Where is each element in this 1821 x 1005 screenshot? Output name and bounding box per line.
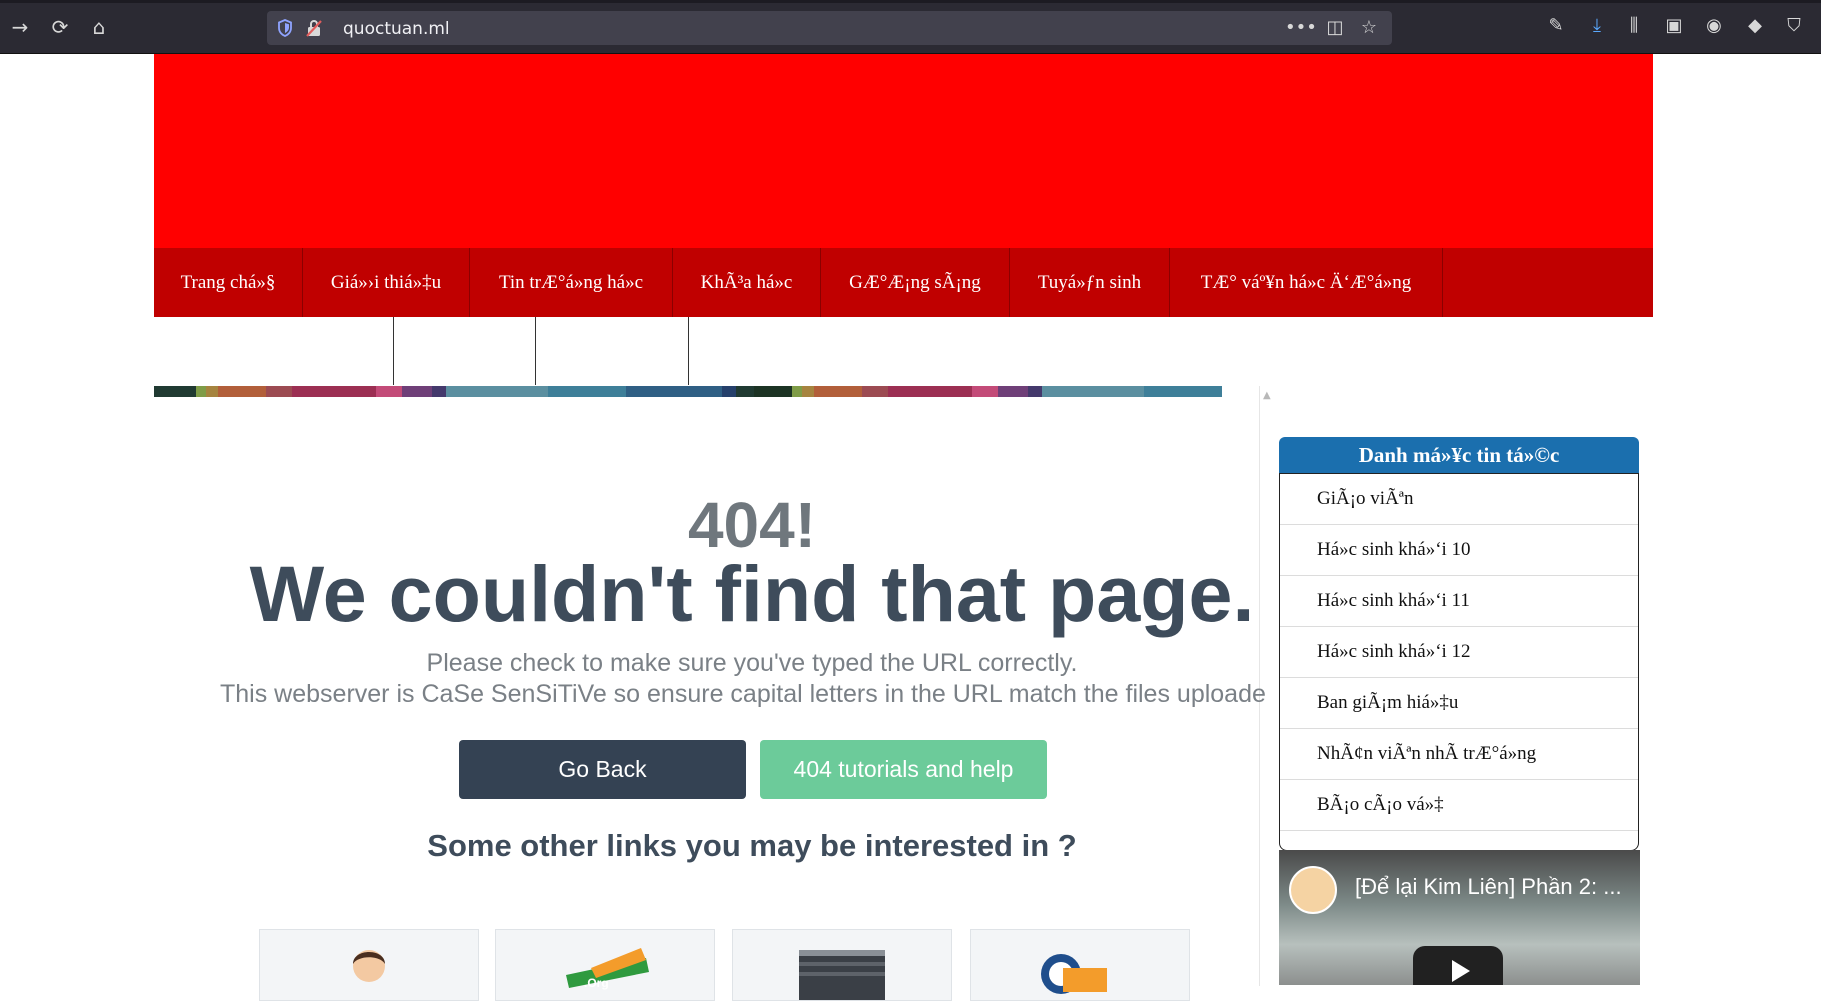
link-card-hosting[interactable] — [732, 929, 952, 1001]
error-message-line-1: Please check to make sure you've typed t… — [426, 649, 1078, 677]
error-headline: We couldn't find that page. — [249, 549, 1255, 638]
server-icon — [799, 950, 885, 1000]
category-item-grade-11[interactable]: Há»c sinh khá»‘i 11 — [1280, 576, 1638, 627]
nav-item-courses[interactable]: KhÃ³a há»c — [673, 248, 821, 317]
reload-icon[interactable]: ⟳ — [47, 14, 73, 40]
play-icon — [1452, 960, 1470, 982]
go-back-button[interactable]: Go Back — [459, 740, 746, 799]
browser-toolbar: → ⟳ ⌂ quoctuan.ml ••• ◫ ☆ ✎ ⤓ ⫼ ▣ ◉ ◆ ⛉ — [0, 0, 1821, 54]
cpanel-icon — [1041, 954, 1107, 994]
nav-item-home[interactable]: Trang chá»§ — [154, 248, 303, 317]
insecure-lock-icon[interactable] — [305, 19, 323, 37]
category-item-grade-10[interactable]: Há»c sinh khá»‘i 10 — [1280, 525, 1638, 576]
nav-item-school-news[interactable]: Tin trÆ°á»ng há»c — [470, 248, 673, 317]
video-embed[interactable]: [Để lại Kim Liên] Phần 2: ... — [1279, 850, 1640, 985]
play-button[interactable] — [1413, 946, 1503, 985]
wrench-icon[interactable]: ✎ — [1544, 14, 1568, 38]
svg-text:.Org: .Org — [584, 976, 609, 990]
library-icon[interactable]: ⫼ — [1622, 14, 1646, 38]
divider-line — [535, 317, 536, 385]
color-stripe — [154, 386, 1258, 397]
address-bar[interactable]: quoctuan.ml ••• ◫ ☆ — [267, 11, 1392, 45]
category-item-grade-12[interactable]: Há»c sinh khá»‘i 12 — [1280, 627, 1638, 678]
url-text[interactable]: quoctuan.ml — [343, 19, 450, 39]
star-icon[interactable]: ☆ — [1357, 16, 1381, 40]
link-card-cpanel[interactable] — [970, 929, 1190, 1001]
nav-item-about[interactable]: Giá»›i thiá»‡u — [303, 248, 470, 317]
category-item-teachers[interactable]: GiÃ¡o viÃªn — [1280, 474, 1638, 525]
channel-avatar[interactable] — [1289, 866, 1337, 914]
shield-icon[interactable] — [277, 19, 293, 37]
video-title[interactable]: [Để lại Kim Liên] Phần 2: ... — [1355, 874, 1635, 900]
scroll-up-arrow-icon[interactable]: ▲ — [1263, 390, 1271, 401]
404-help-button[interactable]: 404 tutorials and help — [760, 740, 1047, 799]
nav-item-role-models[interactable]: GÆ°Æ¡ng sÃ¡ng — [821, 248, 1010, 317]
news-categories-list: GiÃ¡o viÃªn Há»c sinh khá»‘i 10 Há»c sin… — [1279, 473, 1639, 851]
error-message-line-2-text: This webserver is CaSe SenSiTiVe so ensu… — [220, 680, 1266, 708]
divider-line — [688, 317, 689, 385]
more-icon[interactable]: ••• — [1285, 16, 1317, 40]
site-banner — [154, 54, 1653, 248]
person-icon — [353, 950, 385, 982]
category-item-staff[interactable]: NhÃ¢n viÃªn nhÃ trÆ°á»ng — [1280, 729, 1638, 780]
shield-extension-icon[interactable]: ⛉ — [1782, 14, 1806, 38]
pocket-icon[interactable]: ◫ — [1323, 16, 1347, 40]
other-links-heading: Some other links you may be interested i… — [427, 828, 1077, 863]
forward-icon[interactable]: → — [7, 14, 33, 40]
domain-icon: .Org — [566, 948, 649, 990]
nav-item-admissions[interactable]: Tuyá»ƒn sinh — [1010, 248, 1170, 317]
home-icon[interactable]: ⌂ — [86, 14, 112, 40]
download-icon[interactable]: ⤓ — [1585, 14, 1609, 38]
sidebar-icon[interactable]: ▣ — [1662, 14, 1686, 38]
extension-icon[interactable]: ◆ — [1743, 14, 1767, 38]
account-icon[interactable]: ◉ — [1702, 14, 1726, 38]
category-item-reports[interactable]: BÃ¡o cÃ¡o vá»‡ — [1280, 780, 1638, 831]
tab-strip — [0, 0, 1821, 3]
news-categories-title: Danh má»¥c tin tá»©c — [1279, 437, 1639, 473]
nav-item-school-counseling[interactable]: TÆ° váº¥n há»c Ä‘Æ°á»ng — [1170, 248, 1443, 317]
divider-line — [393, 317, 394, 385]
category-item-board[interactable]: Ban giÃ¡m hiá»‡u — [1280, 678, 1638, 729]
main-navigation: Trang chá»§ Giá»›i thiá»‡u Tin trÆ°á»ng … — [154, 248, 1653, 317]
link-card-domains[interactable]: .Org — [495, 929, 715, 1001]
link-card-profile[interactable] — [259, 929, 479, 1001]
